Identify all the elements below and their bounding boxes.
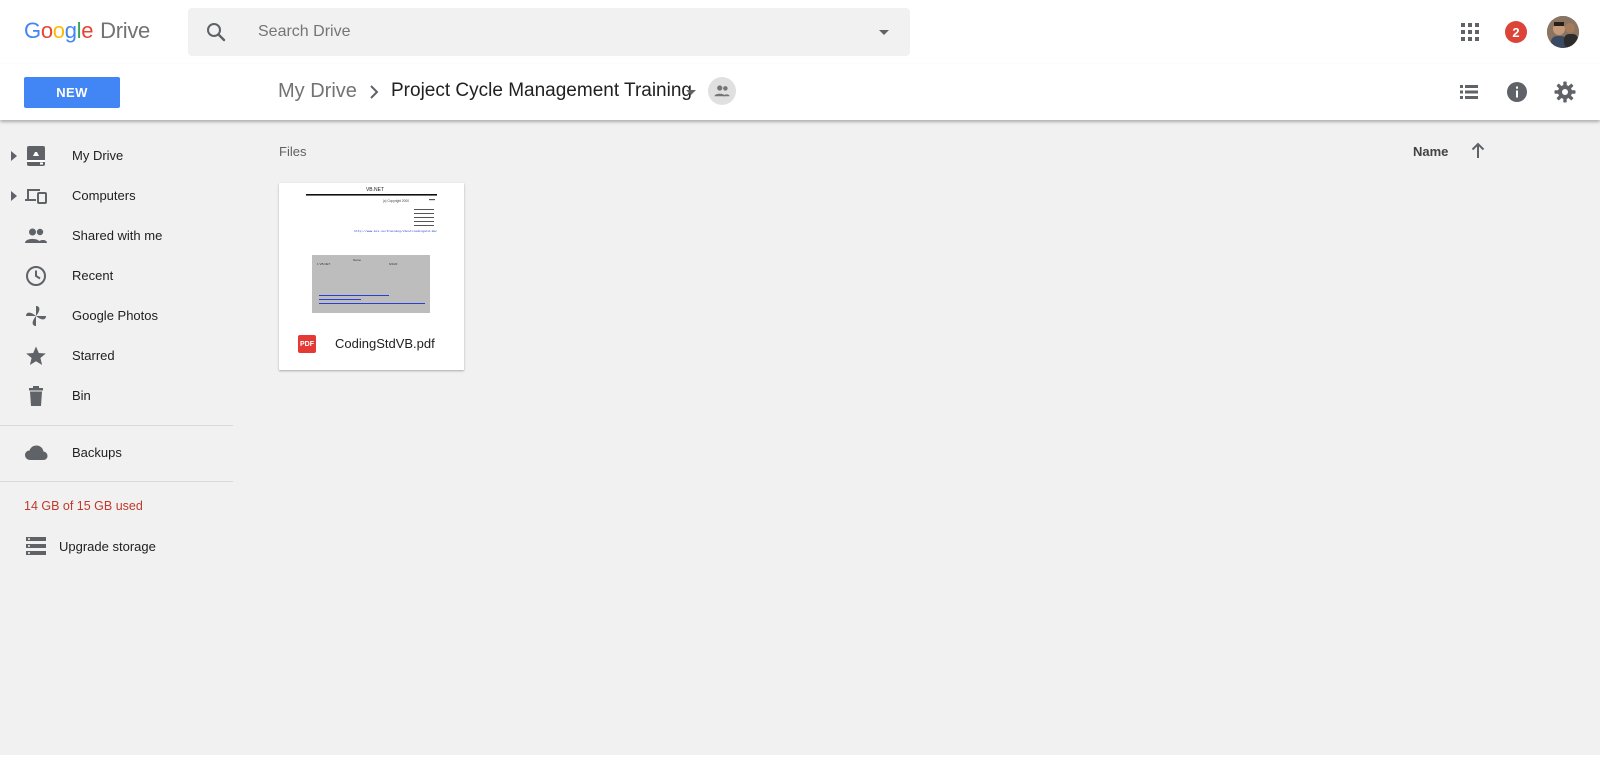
storage-usage-text: 14 GB of 15 GB used: [24, 499, 143, 513]
computers-icon: [25, 189, 47, 204]
storage-icon: [26, 537, 46, 555]
thumbnail-box-right: 6/2/20: [389, 262, 398, 266]
sidebar-item-label: My Drive: [72, 148, 124, 163]
sidebar-divider: [0, 425, 233, 426]
thumbnail-title: VB.NET: [366, 187, 384, 193]
sort-ascending-arrow-up-icon[interactable]: [1468, 141, 1488, 161]
sidebar-item-label: Google Photos: [72, 308, 159, 323]
thumbnail-link: http://www.mcs.ie/training/vbnet/codings…: [354, 229, 437, 233]
trash-icon: [29, 386, 43, 406]
sidebar-item-backups[interactable]: Backups: [0, 433, 233, 473]
thumbnail-box-mid: Name: [353, 258, 361, 262]
sidebar-item-my-drive[interactable]: My Drive: [0, 136, 233, 176]
chevron-right-icon: [370, 85, 379, 99]
search-options-chevron-down-icon[interactable]: [874, 22, 894, 42]
logo-letter: o: [52, 18, 65, 43]
files-section-heading: Files: [279, 144, 307, 159]
pinwheel-icon: [26, 306, 46, 326]
sidebar-item-label: Recent: [72, 268, 114, 283]
sort-by-name[interactable]: Name: [1413, 144, 1448, 159]
avatar-photo-icon: [1547, 16, 1579, 48]
breadcrumb-my-drive[interactable]: My Drive: [278, 80, 357, 103]
sidebar: My Drive Computers Shared with me Recent: [0, 120, 233, 769]
thumbnail-copyright: (c) Copyright 2000: [383, 199, 409, 203]
sidebar-item-label: Starred: [72, 348, 115, 363]
people-icon: [714, 85, 730, 97]
sidebar-item-starred[interactable]: Starred: [0, 336, 233, 376]
bottom-strip: [0, 755, 1600, 769]
upgrade-storage-link[interactable]: Upgrade storage: [24, 528, 224, 564]
sidebar-item-computers[interactable]: Computers: [0, 176, 233, 216]
top-bar: G o o g l e Drive 2: [0, 0, 1600, 64]
folder-menu-chevron-down-icon[interactable]: [683, 84, 699, 100]
expand-arrow-icon[interactable]: [10, 151, 18, 161]
list-view-icon[interactable]: [1457, 80, 1481, 104]
sidebar-item-bin[interactable]: Bin: [0, 376, 233, 416]
shared-folder-indicator[interactable]: [708, 77, 736, 105]
file-name-row[interactable]: PDF CodingStdVB.pdf: [279, 318, 464, 370]
sidebar-item-shared-with-me[interactable]: Shared with me: [0, 216, 233, 256]
file-thumbnail[interactable]: VB.NET (c) Copyright 2000 http://www.mcs…: [279, 183, 464, 318]
product-name: Drive: [100, 18, 150, 43]
breadcrumb-current-folder[interactable]: Project Cycle Management Training: [391, 80, 692, 102]
sidebar-item-google-photos[interactable]: Google Photos: [0, 296, 233, 336]
toolbar: NEW My Drive Project Cycle Management Tr…: [0, 64, 1600, 120]
sidebar-item-label: Backups: [72, 445, 122, 460]
sidebar-item-label: Bin: [72, 388, 91, 403]
my-drive-icon: [27, 146, 45, 166]
google-drive-logo[interactable]: G o o g l e Drive: [24, 18, 150, 48]
logo-letter: G: [24, 18, 41, 43]
clock-icon: [26, 266, 46, 286]
pdf-file-icon: PDF: [298, 335, 316, 353]
sidebar-divider: [0, 481, 233, 482]
avatar[interactable]: [1547, 16, 1579, 48]
thumbnail-box-left: 1 VB.NET: [317, 262, 331, 266]
logo-letter: g: [64, 18, 77, 43]
gear-icon[interactable]: [1553, 80, 1577, 104]
sidebar-item-label: Shared with me: [72, 228, 163, 243]
info-icon[interactable]: [1505, 80, 1529, 104]
new-button[interactable]: NEW: [24, 77, 120, 108]
search-box[interactable]: [188, 8, 910, 56]
notifications-badge[interactable]: 2: [1505, 21, 1527, 43]
cloud-icon: [25, 445, 48, 460]
sidebar-item-label: Computers: [72, 188, 136, 203]
upgrade-storage-label: Upgrade storage: [59, 539, 156, 554]
people-icon: [25, 228, 47, 243]
search-input[interactable]: [258, 18, 818, 46]
logo-letter: o: [40, 18, 53, 43]
star-icon: [26, 346, 46, 365]
pdf-page-preview: VB.NET (c) Copyright 2000 http://www.mcs…: [279, 183, 464, 318]
apps-grid-icon[interactable]: [1458, 20, 1482, 44]
logo-letter: e: [81, 18, 94, 43]
file-name: CodingStdVB.pdf: [335, 336, 435, 351]
sidebar-item-recent[interactable]: Recent: [0, 256, 233, 296]
expand-arrow-icon[interactable]: [10, 191, 18, 201]
search-icon[interactable]: [204, 20, 228, 44]
file-card[interactable]: VB.NET (c) Copyright 2000 http://www.mcs…: [279, 183, 464, 370]
